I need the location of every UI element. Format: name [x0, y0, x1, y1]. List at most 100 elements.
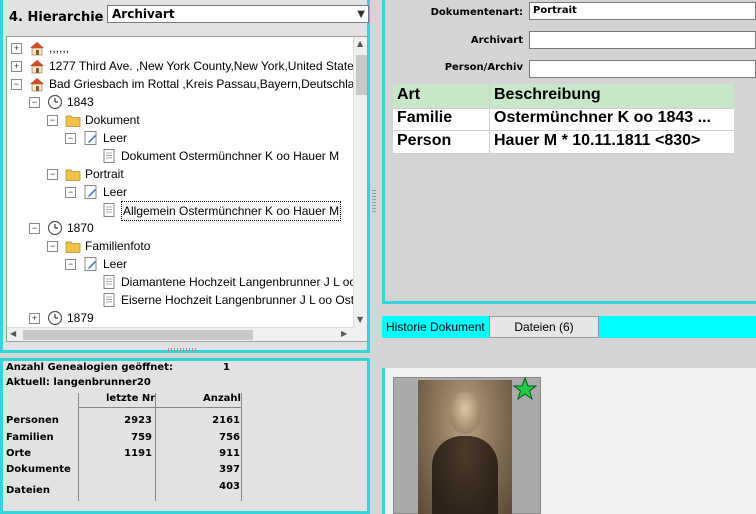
tree-node-label: 1277 Third Ave. ,New York County,New Yor… — [49, 59, 360, 73]
grid-row-divider — [393, 130, 734, 131]
scroll-corner — [353, 327, 367, 341]
expand-icon[interactable]: + — [11, 43, 22, 54]
clock-icon — [47, 94, 63, 110]
stats-row-last: 759 — [131, 432, 152, 443]
last-number-column-header: letzte Nr — [106, 393, 156, 404]
clock-icon — [47, 310, 63, 326]
scroll-up-icon[interactable]: ▲ — [357, 39, 363, 48]
scroll-right-icon[interactable]: ▶ — [341, 329, 347, 338]
tree-vertical-scrollbar[interactable]: ▲ ▼ — [353, 37, 367, 327]
grid-cell-art[interactable]: Person — [397, 132, 451, 150]
collapse-icon[interactable]: − — [29, 97, 40, 108]
stats-divider — [241, 393, 242, 501]
tree-node[interactable]: − Leer — [65, 183, 367, 201]
tree-node[interactable]: +,,,,,, — [11, 39, 351, 57]
expand-icon[interactable]: + — [29, 313, 40, 324]
grid-header-description[interactable]: Beschreibung — [494, 86, 601, 104]
hierarchy-select[interactable]: Archivart ▼ — [107, 5, 369, 23]
tree-node[interactable]: − Portrait — [47, 165, 367, 183]
collapse-icon[interactable]: − — [29, 223, 40, 234]
edit-document-icon — [83, 184, 99, 200]
tree-node[interactable]: − Leer — [65, 255, 367, 273]
scroll-down-icon[interactable]: ▼ — [357, 315, 363, 324]
clock-icon — [47, 220, 63, 236]
person-archive-label: Person/Archiv — [444, 62, 523, 73]
scroll-left-icon[interactable]: ◀ — [10, 329, 16, 338]
tree-node-label: Leer — [103, 257, 128, 271]
stats-row-label: Personen — [6, 415, 59, 426]
tree-node-label: Leer — [103, 185, 128, 199]
tree-vertical-thumb[interactable] — [356, 55, 367, 95]
tab-files[interactable]: Dateien (6) — [489, 316, 599, 338]
collapse-icon[interactable]: − — [65, 133, 76, 144]
tree-node[interactable]: Allgemein Ostermünchner K oo Hauer M — [83, 201, 367, 221]
house-icon — [29, 58, 45, 74]
stats-row-count: 403 — [219, 481, 240, 492]
collapse-icon[interactable]: − — [47, 169, 58, 180]
vertical-splitter-grip[interactable] — [372, 190, 376, 214]
tree-node-label: Leer — [103, 131, 128, 145]
tree-node-label: 1843 — [67, 95, 94, 109]
stats-row-count: 397 — [219, 464, 240, 475]
stats-row-last: 1191 — [124, 448, 152, 459]
tree-node[interactable]: − 1843 — [29, 93, 367, 111]
grid-cell-description[interactable]: Ostermünchner K oo 1843 ... — [494, 109, 711, 127]
hierarchy-tree[interactable]: +,,,,,, +1277 Third Ave. ,New York County… — [6, 36, 368, 342]
tree-node-label: Eiserne Hochzeit Langenbrunner J L oo Os… — [121, 293, 361, 307]
folder-icon — [65, 166, 81, 182]
tree-node[interactable]: − Familienfoto — [47, 237, 367, 255]
tab-history-document[interactable]: Historie Dokument — [384, 318, 490, 336]
archive-type-field[interactable] — [529, 31, 756, 49]
collapse-icon[interactable]: − — [65, 187, 76, 198]
document-icon — [101, 292, 117, 308]
hierarchy-title: 4. Hierarchie — [9, 10, 104, 25]
grid-cell-description[interactable]: Hauer M * 10.11.1811 <830> — [494, 132, 700, 150]
tree-node[interactable]: +1277 Third Ave. ,New York County,New Yo… — [11, 57, 360, 75]
house-icon — [29, 40, 45, 56]
stats-row-label: Orte — [6, 448, 31, 459]
tree-node[interactable]: Dokument Ostermünchner K oo Hauer M — [83, 147, 367, 165]
stats-row-count: 2161 — [212, 415, 240, 426]
grid-header: Art Beschreibung — [393, 84, 734, 108]
collapse-icon[interactable]: − — [47, 115, 58, 126]
archive-type-label: Archivart — [470, 35, 523, 46]
tree-node-label: 1870 — [67, 221, 94, 235]
horizontal-splitter-grip[interactable] — [168, 348, 198, 352]
collapse-icon[interactable]: − — [47, 241, 58, 252]
grid-row-divider — [393, 153, 734, 154]
tree-node[interactable]: − 1870 — [29, 219, 367, 237]
vertical-splitter[interactable] — [370, 0, 380, 514]
grid-column-divider — [489, 84, 490, 154]
document-icon — [101, 274, 117, 290]
tree-node[interactable]: +1879 — [29, 309, 367, 327]
tree-node[interactable]: Diamantene Hochzeit Langenbrunner J L oo — [83, 273, 367, 291]
tree-node[interactable]: − Dokument — [47, 111, 367, 129]
folder-icon — [65, 238, 81, 254]
opened-genealogies-label: Anzahl Genealogien geöffnet: — [6, 362, 173, 373]
stats-row-count: 756 — [219, 432, 240, 443]
collapse-icon[interactable]: − — [11, 79, 22, 90]
expand-icon[interactable]: + — [11, 61, 22, 72]
tree-node[interactable]: − Bad Griesbach im Rottal ,Kreis Passau,B… — [11, 75, 367, 93]
tree-node[interactable]: Eiserne Hochzeit Langenbrunner J L oo Os… — [83, 291, 367, 309]
linked-entries-grid[interactable]: Art Beschreibung Familie Ostermünchner K… — [393, 84, 734, 154]
document-type-label: Dokumentenart: — [430, 7, 523, 18]
stats-row-label: Dokumente — [6, 464, 71, 475]
tree-horizontal-scrollbar[interactable]: ◀ ▶ — [7, 327, 353, 341]
stats-header-rule — [78, 407, 242, 408]
document-type-field[interactable]: Portrait — [529, 2, 756, 20]
grid-cell-art[interactable]: Familie — [397, 109, 452, 127]
tree-node-label: Diamantene Hochzeit Langenbrunner J L oo — [121, 275, 357, 289]
person-archive-field[interactable] — [529, 60, 756, 78]
hierarchy-panel: 4. Hierarchie Archivart ▼ +,,,,,, +1277 T… — [0, 0, 370, 353]
star-icon[interactable] — [512, 376, 538, 402]
tree-node[interactable]: − Leer — [65, 129, 367, 147]
collapse-icon[interactable]: − — [65, 259, 76, 270]
chevron-down-icon[interactable]: ▼ — [357, 9, 365, 20]
tab-toolbar — [382, 338, 756, 369]
tree-node-label: Bad Griesbach im Rottal ,Kreis Passau,Ba… — [49, 77, 368, 91]
tree-node-label: Familienfoto — [85, 239, 151, 253]
grid-header-art[interactable]: Art — [397, 86, 420, 104]
tree-horizontal-thumb[interactable] — [23, 330, 253, 340]
opened-genealogies-value: 1 — [223, 362, 230, 373]
